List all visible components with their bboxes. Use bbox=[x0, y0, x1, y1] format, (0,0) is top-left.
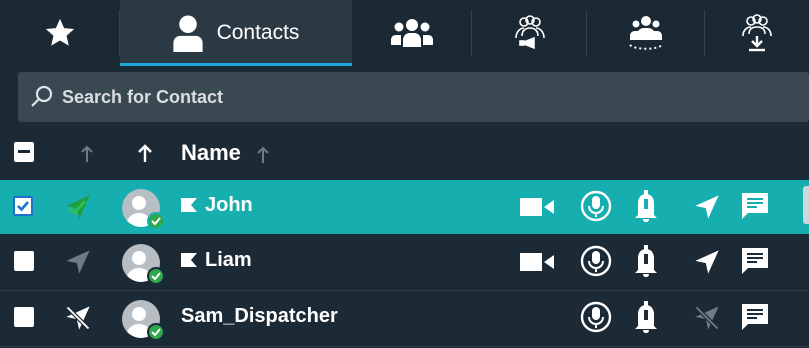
checkmark-icon bbox=[17, 201, 29, 212]
import-group-icon bbox=[742, 14, 772, 52]
contact-row-sam-dispatcher[interactable]: Sam_Dispatcher bbox=[0, 291, 809, 345]
video-call-icon[interactable] bbox=[520, 251, 554, 273]
alert-bell-icon[interactable] bbox=[630, 244, 662, 278]
search-input[interactable] bbox=[62, 86, 742, 108]
location-off-icon bbox=[66, 306, 90, 330]
broadcast-group-icon bbox=[514, 15, 545, 50]
list-header: Name bbox=[0, 126, 809, 180]
sort-arrow-up-icon[interactable] bbox=[80, 145, 94, 163]
tab-groups[interactable] bbox=[352, 0, 472, 66]
ptt-mic-icon[interactable] bbox=[580, 301, 612, 333]
ptt-mic-icon[interactable] bbox=[580, 190, 612, 222]
contact-name[interactable]: Sam_Dispatcher bbox=[181, 305, 338, 328]
tab-contacts-label: Contacts bbox=[216, 21, 300, 44]
alert-bell-icon[interactable] bbox=[630, 300, 662, 334]
contact-row-john[interactable]: John bbox=[0, 180, 809, 234]
alert-bell-icon[interactable] bbox=[630, 189, 662, 223]
location-arrow-icon bbox=[66, 250, 90, 274]
person-icon bbox=[172, 15, 203, 52]
sort-ascending-icon[interactable] bbox=[137, 143, 153, 163]
name-sort-arrow-icon[interactable] bbox=[256, 146, 270, 164]
star-icon bbox=[45, 18, 75, 46]
row-checkbox[interactable] bbox=[14, 251, 34, 271]
row-divider bbox=[0, 346, 809, 347]
group-icon bbox=[391, 19, 433, 47]
contact-row-liam[interactable]: Liam bbox=[0, 235, 809, 289]
ptt-mic-icon[interactable] bbox=[580, 245, 612, 277]
tab-favorites[interactable] bbox=[0, 0, 120, 66]
name-column-header[interactable]: Name bbox=[181, 140, 241, 166]
tab-broadcast[interactable] bbox=[472, 0, 587, 66]
location-arrow-icon[interactable] bbox=[693, 193, 721, 221]
tab-bar: Contacts bbox=[0, 0, 809, 66]
location-off-icon[interactable] bbox=[693, 304, 721, 332]
tab-dispatch[interactable] bbox=[587, 0, 705, 66]
video-call-icon[interactable] bbox=[520, 196, 554, 218]
contact-name[interactable]: Liam bbox=[205, 249, 252, 272]
row-checkbox[interactable] bbox=[13, 196, 33, 216]
online-status-icon bbox=[147, 323, 165, 341]
message-icon[interactable] bbox=[740, 191, 770, 221]
location-arrow-icon bbox=[66, 195, 90, 219]
flag-icon bbox=[181, 253, 197, 267]
location-arrow-icon[interactable] bbox=[693, 248, 721, 276]
select-all-checkbox[interactable] bbox=[14, 142, 34, 162]
scroll-handle[interactable] bbox=[803, 186, 809, 224]
online-status-icon bbox=[147, 267, 165, 285]
search-icon[interactable] bbox=[30, 85, 54, 109]
message-icon[interactable] bbox=[740, 302, 770, 332]
contact-name[interactable]: John bbox=[205, 194, 253, 217]
row-checkbox[interactable] bbox=[14, 307, 34, 327]
search-bar bbox=[18, 72, 809, 122]
message-icon[interactable] bbox=[740, 246, 770, 276]
dispatch-group-icon bbox=[629, 16, 663, 50]
tab-import[interactable] bbox=[705, 0, 809, 66]
flag-icon bbox=[181, 198, 197, 212]
indeterminate-dash-icon bbox=[18, 150, 30, 153]
tab-contacts[interactable]: Contacts bbox=[120, 0, 352, 66]
online-status-icon bbox=[147, 212, 165, 230]
